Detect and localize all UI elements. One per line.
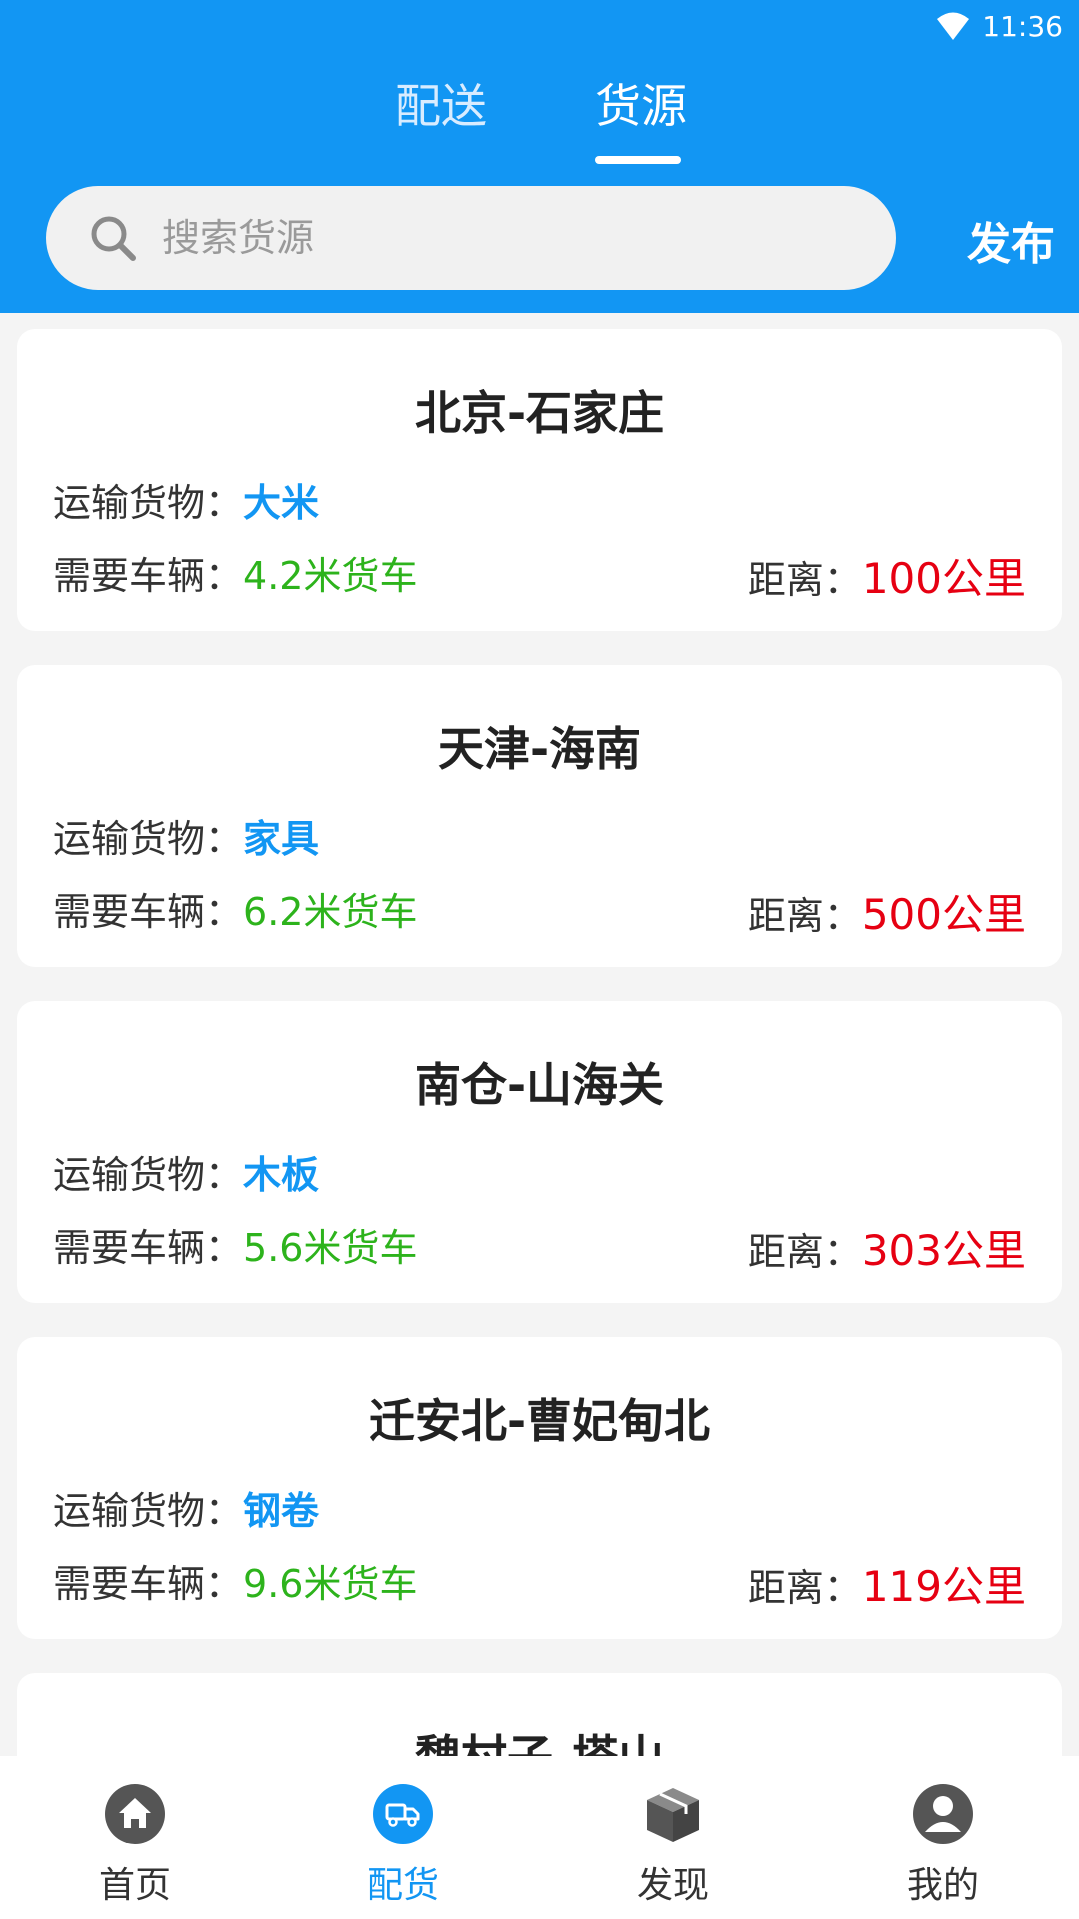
active-tab-indicator	[595, 156, 681, 164]
cargo-card[interactable]: 天津-海南 运输货物：家具 需要车辆：6.2米货车 距离：500公里	[17, 665, 1062, 967]
tab-delivery[interactable]: 配送	[395, 70, 487, 136]
bottom-navigation: 首页 配货 发现 我的	[0, 1756, 1079, 1919]
vehicle-label: 需要车辆：	[53, 1226, 244, 1270]
truck-icon	[373, 1784, 433, 1844]
top-tabs: 配送 货源	[0, 70, 1079, 166]
nav-discover[interactable]: 发现	[573, 1756, 773, 1919]
vehicle-label: 需要车辆：	[53, 1562, 244, 1606]
cargo-card[interactable]: 魏村子-塔山	[17, 1673, 1062, 1756]
search-bar[interactable]	[46, 186, 896, 290]
vehicle-row: 需要车辆：5.6米货车	[53, 1217, 417, 1272]
publish-button[interactable]: 发布	[967, 208, 1055, 272]
search-input[interactable]	[160, 215, 844, 261]
vehicle-value: 5.6米货车	[243, 1226, 418, 1270]
vehicle-label: 需要车辆：	[53, 890, 244, 934]
status-bar: 11:36	[936, 8, 1063, 44]
nav-dispatch[interactable]: 配货	[303, 1756, 503, 1919]
distance-label: 距离：	[747, 558, 862, 602]
vehicle-value: 4.2米货车	[243, 554, 418, 598]
route-title: 北京-石家庄	[414, 386, 665, 440]
cargo-value: 木板	[243, 1153, 320, 1197]
cargo-row: 运输货物：木板	[53, 1144, 319, 1199]
distance-row: 距离：500公里	[748, 881, 1026, 942]
nav-discover-label: 发现	[636, 1865, 709, 1906]
distance-label: 距离：	[747, 894, 862, 938]
cargo-card[interactable]: 南仓-山海关 运输货物：木板 需要车辆：5.6米货车 距离：303公里	[17, 1001, 1062, 1303]
route-title: 南仓-山海关	[414, 1058, 665, 1112]
cargo-card[interactable]: 迁安北-曹妃甸北 运输货物：钢卷 需要车辆：9.6米货车 距离：119公里	[17, 1337, 1062, 1639]
nav-profile[interactable]: 我的	[843, 1756, 1043, 1919]
route-title: 迁安北-曹妃甸北	[368, 1394, 711, 1448]
status-time: 11:36	[982, 9, 1063, 43]
home-icon	[105, 1784, 165, 1844]
cargo-row: 运输货物：钢卷	[53, 1480, 319, 1535]
nav-home[interactable]: 首页	[35, 1756, 235, 1919]
cargo-label: 运输货物：	[53, 1489, 244, 1533]
distance-value: 500公里	[861, 890, 1026, 939]
cargo-card[interactable]: 北京-石家庄 运输货物：大米 需要车辆：4.2米货车 距离：100公里	[17, 329, 1062, 631]
header: 11:36 配送 货源 发布	[0, 0, 1079, 313]
cargo-label: 运输货物：	[53, 481, 244, 525]
route-title: 天津-海南	[437, 722, 642, 776]
route-title: 魏村子-塔山	[17, 1721, 1062, 1756]
cargo-row: 运输货物：家具	[53, 808, 319, 863]
distance-row: 距离：119公里	[748, 1553, 1026, 1614]
vehicle-value: 6.2米货车	[243, 890, 418, 934]
distance-label: 距离：	[747, 1566, 862, 1610]
distance-value: 100公里	[861, 554, 1026, 603]
vehicle-row: 需要车辆：6.2米货车	[53, 881, 417, 936]
cargo-value: 大米	[243, 481, 320, 525]
distance-row: 距离：100公里	[748, 545, 1026, 606]
wifi-icon	[937, 12, 970, 40]
box-icon	[643, 1784, 703, 1844]
distance-value: 119公里	[861, 1562, 1026, 1611]
user-icon	[913, 1784, 973, 1844]
cargo-label: 运输货物：	[53, 1153, 244, 1197]
distance-value: 303公里	[861, 1226, 1026, 1275]
tab-cargo-source[interactable]: 货源	[595, 70, 687, 136]
cargo-label: 运输货物：	[53, 817, 244, 861]
nav-dispatch-label: 配货	[366, 1865, 439, 1906]
vehicle-label: 需要车辆：	[53, 554, 244, 598]
cargo-value: 家具	[243, 817, 320, 861]
cargo-list[interactable]: 北京-石家庄 运输货物：大米 需要车辆：4.2米货车 距离：100公里 天津-海…	[0, 313, 1079, 1756]
distance-label: 距离：	[747, 1230, 862, 1274]
vehicle-row: 需要车辆：4.2米货车	[53, 545, 417, 600]
vehicle-row: 需要车辆：9.6米货车	[53, 1553, 417, 1608]
nav-profile-label: 我的	[906, 1865, 979, 1906]
cargo-value: 钢卷	[243, 1489, 320, 1533]
search-icon	[91, 216, 136, 261]
vehicle-value: 9.6米货车	[243, 1562, 418, 1606]
cargo-row: 运输货物：大米	[53, 472, 319, 527]
distance-row: 距离：303公里	[748, 1217, 1026, 1278]
nav-home-label: 首页	[98, 1865, 171, 1906]
